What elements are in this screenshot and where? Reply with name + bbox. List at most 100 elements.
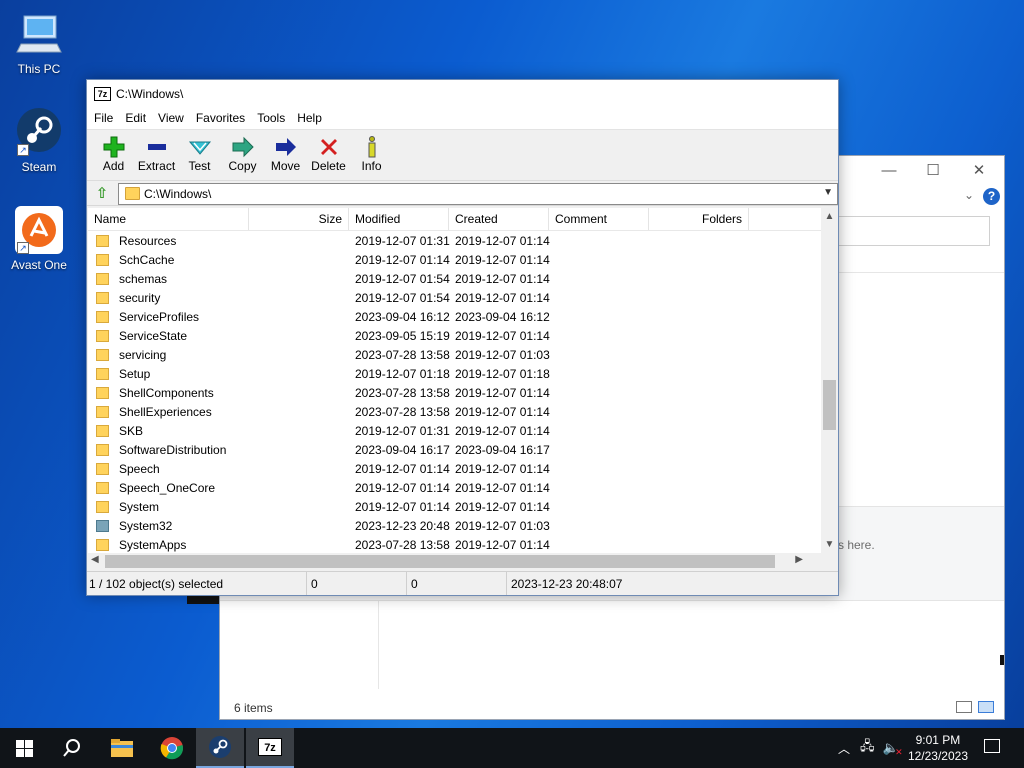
- column-header-created[interactable]: Created: [449, 208, 549, 230]
- menu-view[interactable]: View: [152, 108, 190, 129]
- path-combobox[interactable]: C:\Windows\ ▼: [118, 183, 838, 205]
- column-header-size[interactable]: Size: [249, 208, 349, 230]
- column-header-comment[interactable]: Comment: [549, 208, 649, 230]
- table-row[interactable]: Setup 2019-12-07 01:18 2019-12-07 01:18: [88, 364, 823, 383]
- status-size: 0: [307, 572, 407, 595]
- network-icon[interactable]: 🖧: [860, 737, 875, 759]
- volume-muted-icon[interactable]: 🔈 ✕: [883, 740, 903, 757]
- cell-modified: 2023-09-04 16:17: [355, 442, 450, 457]
- table-row[interactable]: SystemApps 2023-07-28 13:58 2019-12-07 01:…: [88, 535, 823, 553]
- table-row[interactable]: SoftwareDistribution 2023-09-04 16:17 2023…: [88, 440, 823, 459]
- cell-modified: 2023-07-28 13:58: [355, 404, 450, 419]
- column-header-name[interactable]: Name: [88, 208, 249, 230]
- cell-modified: 2023-09-04 16:12: [355, 309, 450, 324]
- cell-created: 2019-12-07 01:14: [455, 271, 550, 286]
- column-header-modified[interactable]: Modified: [349, 208, 449, 230]
- add-button[interactable]: Add: [92, 130, 135, 180]
- table-row[interactable]: SKB 2019-12-07 01:31 2019-12-07 01:14: [88, 421, 823, 440]
- close-button[interactable]: ✕: [964, 160, 994, 182]
- copy-button[interactable]: Copy: [221, 130, 264, 180]
- table-row[interactable]: security 2019-12-07 01:54 2019-12-07 01:14: [88, 288, 823, 307]
- start-button[interactable]: [0, 728, 48, 768]
- scroll-left-icon[interactable]: ◀: [91, 554, 99, 565]
- move-button[interactable]: Move: [264, 130, 307, 180]
- table-row[interactable]: Speech_OneCore 2019-12-07 01:14 2019-12-07…: [88, 478, 823, 497]
- menu-help[interactable]: Help: [291, 108, 328, 129]
- table-row[interactable]: Resources 2019-12-07 01:31 2019-12-07 01:1…: [88, 231, 823, 250]
- delete-button[interactable]: Delete: [307, 130, 350, 180]
- chevron-down-icon[interactable]: ▼: [823, 187, 833, 198]
- details-view-icon[interactable]: [956, 701, 972, 713]
- maximize-button[interactable]: ☐: [918, 160, 948, 182]
- delete-label: Delete: [311, 159, 346, 173]
- info-button[interactable]: Info: [350, 130, 393, 180]
- menu-bar: File Edit View Favorites Tools Help: [87, 108, 838, 130]
- cell-created: 2019-12-07 01:18: [455, 366, 550, 381]
- taskbar-steam[interactable]: [196, 728, 244, 768]
- help-icon[interactable]: ?: [983, 188, 1000, 205]
- taskbar-7zip[interactable]: 7z: [246, 728, 294, 768]
- cell-name: Setup: [88, 367, 249, 381]
- table-row[interactable]: System32 2023-12-23 20:48 2019-12-07 01:03: [88, 516, 823, 535]
- plus-icon: [92, 135, 135, 159]
- table-row[interactable]: System 2019-12-07 01:14 2019-12-07 01:14: [88, 497, 823, 516]
- cell-modified: 2023-12-23 20:48: [355, 518, 450, 533]
- search-button[interactable]: [48, 728, 96, 768]
- menu-file[interactable]: File: [88, 108, 119, 129]
- cell-name: Speech_OneCore: [88, 481, 249, 495]
- horizontal-scrollbar[interactable]: ◀ ▶: [88, 553, 821, 570]
- menu-favorites[interactable]: Favorites: [190, 108, 251, 129]
- steam-icon: [209, 736, 231, 758]
- scroll-up-icon[interactable]: ▲: [821, 208, 838, 225]
- scroll-thumb[interactable]: [105, 555, 775, 568]
- table-row[interactable]: ServiceProfiles 2023-09-04 16:12 2023-09-0…: [88, 307, 823, 326]
- desktop-icon-avast[interactable]: ↗ Avast One: [4, 206, 74, 272]
- clock-time: 9:01 PM: [915, 733, 961, 747]
- sevenzip-titlebar[interactable]: 7z C:\Windows\: [87, 80, 838, 108]
- folder-icon: [96, 500, 109, 513]
- table-row[interactable]: servicing 2023-07-28 13:58 2019-12-07 01:0…: [88, 345, 823, 364]
- table-row[interactable]: ServiceState 2023-09-05 15:19 2019-12-07 0…: [88, 326, 823, 345]
- cell-modified: 2023-07-28 13:58: [355, 385, 450, 400]
- cell-name: SchCache: [88, 253, 249, 267]
- taskbar-clock[interactable]: 9:01 PM 12/23/2023: [908, 732, 968, 764]
- windows-logo-icon: [15, 739, 33, 757]
- desktop-icon-this-pc[interactable]: This PC: [4, 10, 74, 76]
- cell-created: 2019-12-07 01:03: [455, 347, 550, 362]
- view-toggle: [956, 701, 994, 713]
- test-button[interactable]: Test: [178, 130, 221, 180]
- scroll-thumb[interactable]: [823, 380, 836, 430]
- scroll-down-icon[interactable]: ▼: [821, 536, 838, 553]
- minimize-button[interactable]: —: [874, 160, 904, 182]
- table-row[interactable]: ShellExperiences 2023-07-28 13:58 2019-12-…: [88, 402, 823, 421]
- column-header-folders[interactable]: Folders: [649, 208, 749, 230]
- table-row[interactable]: SchCache 2019-12-07 01:14 2019-12-07 01:14: [88, 250, 823, 269]
- menu-tools[interactable]: Tools: [251, 108, 291, 129]
- cell-name: System: [88, 500, 249, 514]
- table-row[interactable]: schemas 2019-12-07 01:54 2019-12-07 01:14: [88, 269, 823, 288]
- notifications-icon[interactable]: [984, 739, 1000, 753]
- taskbar-file-explorer[interactable]: [98, 728, 146, 768]
- cell-name: security: [88, 291, 249, 305]
- table-row[interactable]: Speech 2019-12-07 01:14 2019-12-07 01:14: [88, 459, 823, 478]
- computer-icon: [15, 10, 63, 58]
- copy-arrow-icon: [221, 135, 264, 159]
- menu-edit[interactable]: Edit: [119, 108, 152, 129]
- folder-icon: [111, 739, 133, 757]
- desktop-icon-steam[interactable]: ↗ Steam: [4, 108, 74, 174]
- scroll-right-icon[interactable]: ▶: [795, 554, 803, 565]
- vertical-scrollbar[interactable]: ▲ ▼: [821, 208, 838, 553]
- cell-modified: 2019-12-07 01:31: [355, 233, 450, 248]
- taskbar-chrome[interactable]: [148, 728, 196, 768]
- search-input[interactable]: [838, 216, 990, 246]
- chevron-down-icon[interactable]: ⌄: [964, 188, 974, 202]
- extract-button[interactable]: Extract: [135, 130, 178, 180]
- folder-up-icon[interactable]: ⇧: [92, 184, 112, 202]
- shortcut-arrow-icon: ↗: [17, 144, 29, 156]
- table-row[interactable]: ShellComponents 2023-07-28 13:58 2019-12-0…: [88, 383, 823, 402]
- large-icons-view-icon[interactable]: [978, 701, 994, 713]
- cell-created: 2019-12-07 01:14: [455, 385, 550, 400]
- status-selected: 1 / 102 object(s) selected: [87, 572, 307, 595]
- chevron-up-icon[interactable]: ︿: [838, 740, 850, 757]
- desktop-icon-label: Steam: [21, 160, 57, 174]
